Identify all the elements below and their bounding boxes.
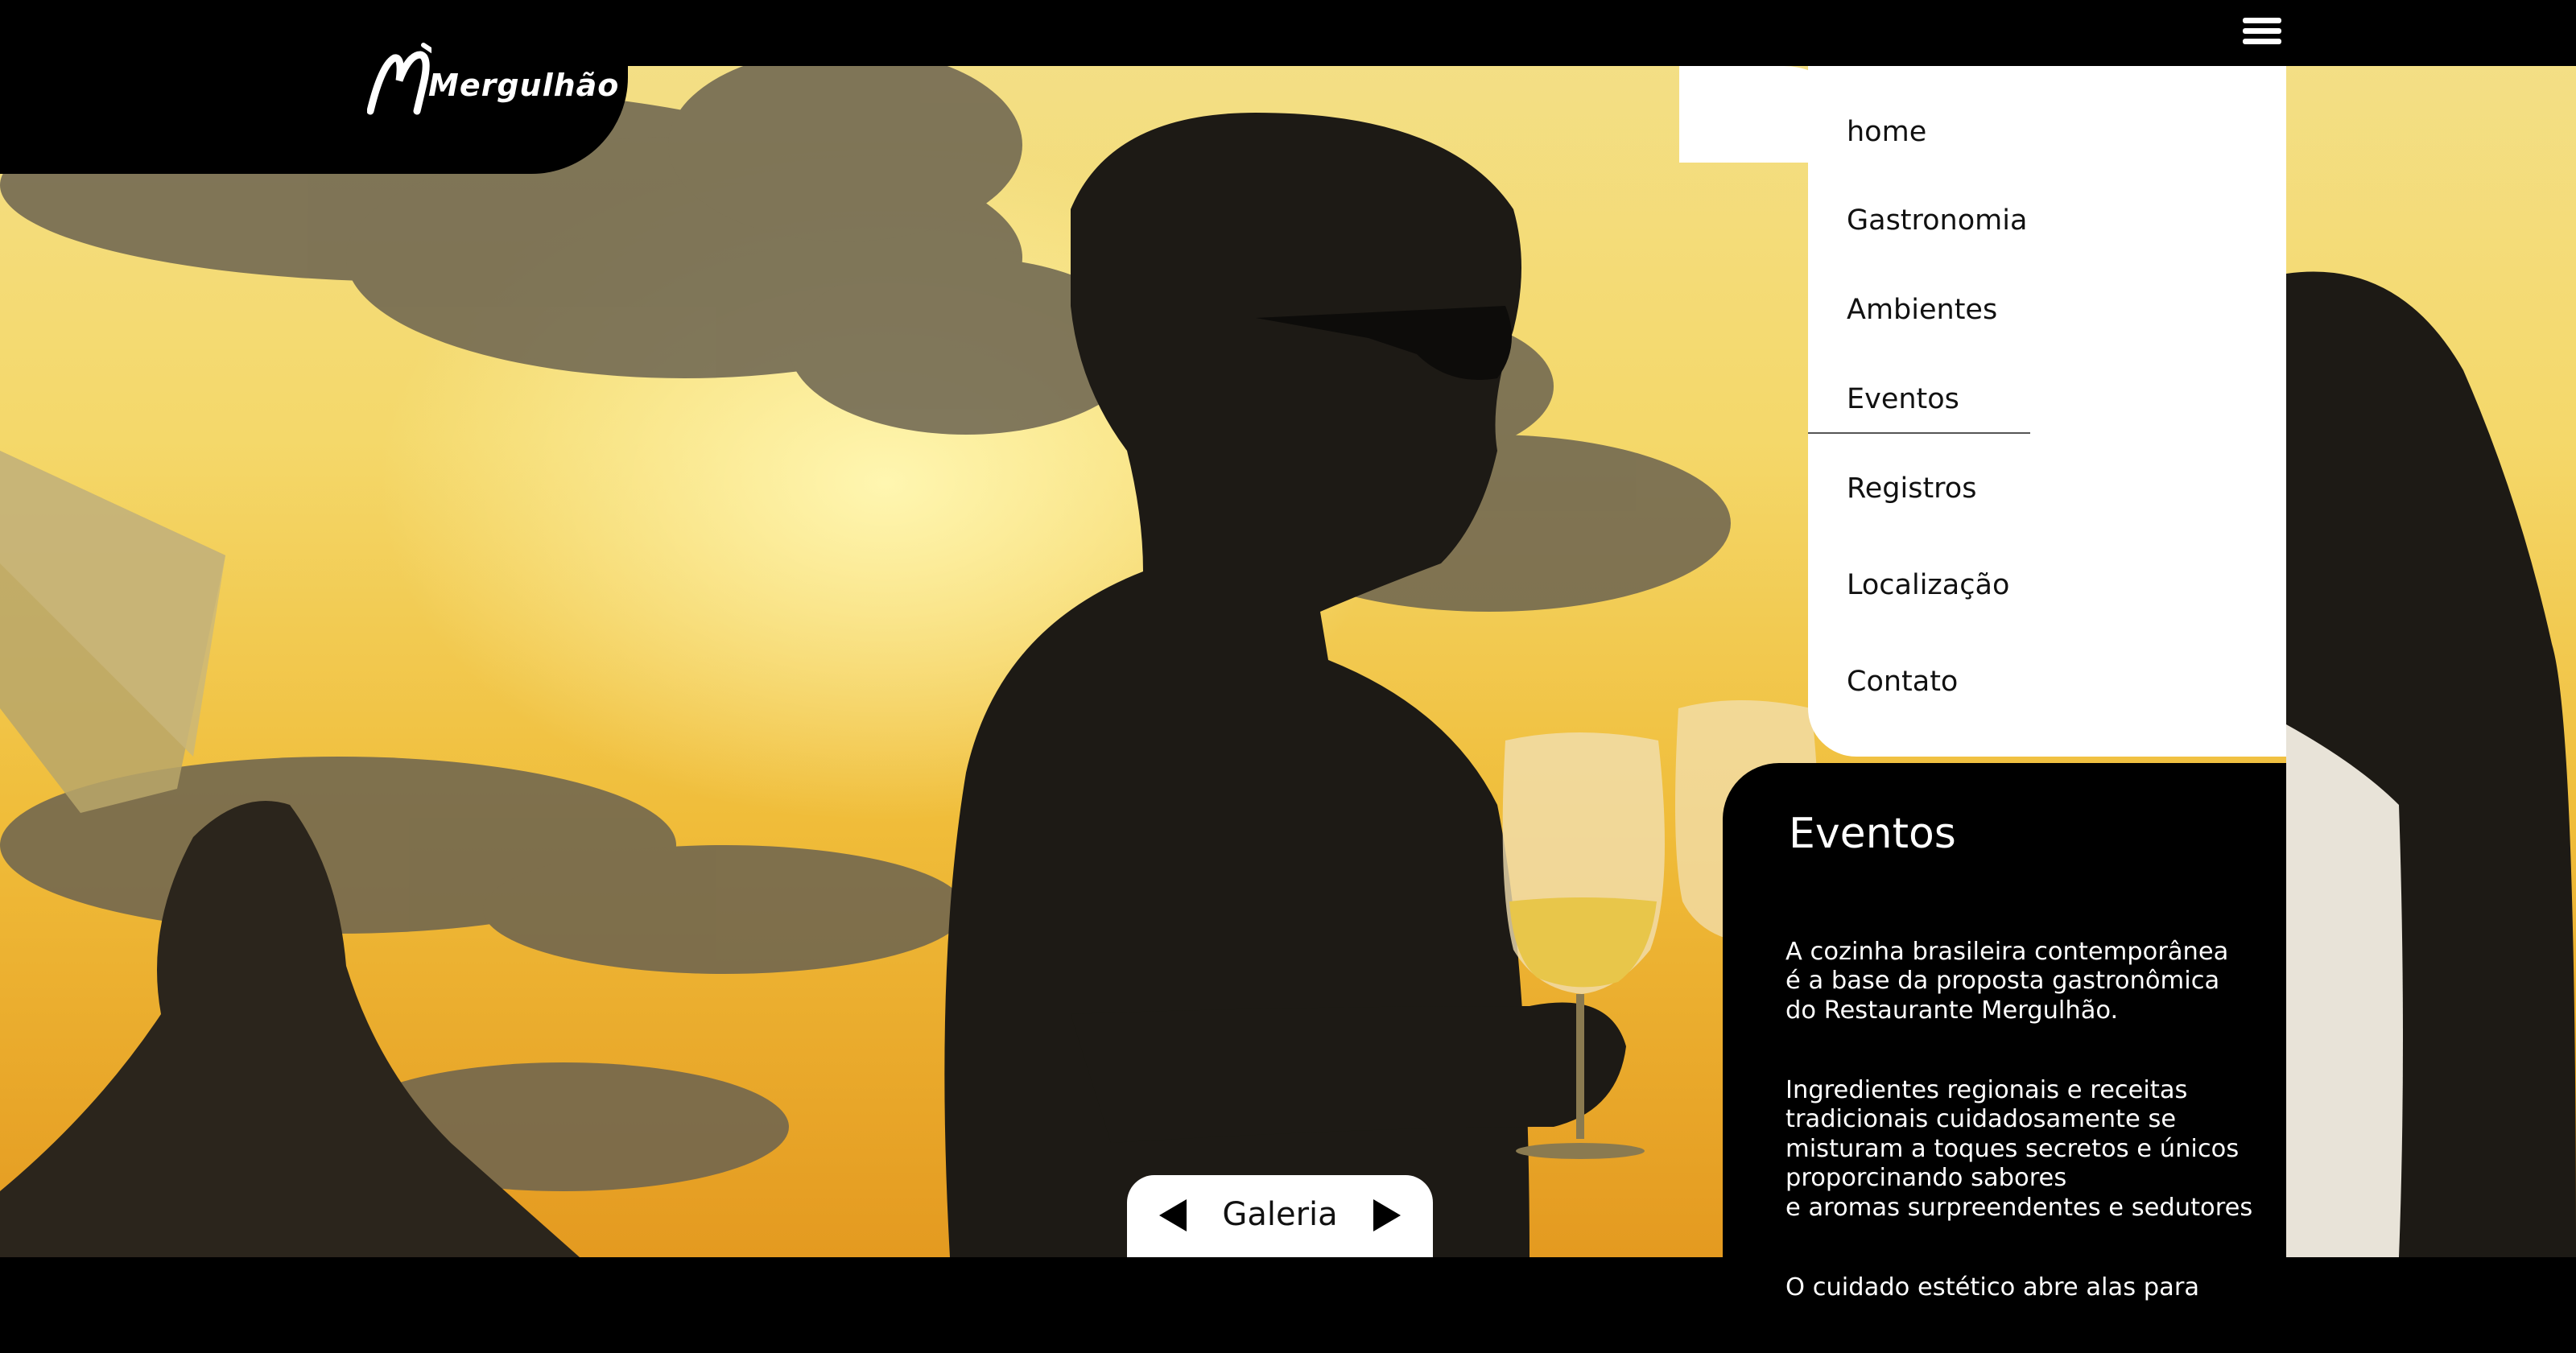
hamburger-menu-icon[interactable] bbox=[2243, 18, 2281, 50]
active-nav-underline bbox=[1808, 432, 2030, 434]
section-description: A cozinha brasileira contemporânea é a b… bbox=[1785, 908, 2268, 1353]
description-paragraph: O cuidado estético abre alas para bbox=[1785, 1273, 2200, 1301]
logo-container: Mergulhão bbox=[0, 0, 628, 174]
description-paragraph: A cozinha brasileira contemporânea é a b… bbox=[1785, 937, 2229, 1025]
description-paragraph: Ingredientes regionais e receitas tradic… bbox=[1785, 1075, 2253, 1222]
nav-item-ambientes[interactable]: Ambientes bbox=[1847, 294, 1997, 326]
section-title: Eventos bbox=[1789, 810, 1956, 858]
brand-name: Mergulhão bbox=[428, 68, 620, 103]
nav-item-gastronomia[interactable]: Gastronomia bbox=[1847, 204, 2027, 237]
nav-item-home[interactable]: home bbox=[1847, 116, 1926, 148]
gallery-control: Galeria bbox=[1127, 1175, 1433, 1257]
nav-item-eventos[interactable]: Eventos bbox=[1847, 383, 1959, 415]
logo-m-icon bbox=[367, 43, 431, 115]
nav-item-contato[interactable]: Contato bbox=[1847, 666, 1958, 698]
section-info-card: Eventos A cozinha brasileira contemporân… bbox=[1723, 763, 2286, 1301]
chevron-right-icon[interactable] bbox=[1373, 1199, 1401, 1231]
nav-item-localizacao[interactable]: Localização bbox=[1847, 569, 2009, 601]
nav-item-registros[interactable]: Registros bbox=[1847, 472, 1976, 505]
navigation-menu: home Gastronomia Ambientes Eventos Regis… bbox=[1808, 66, 2286, 757]
